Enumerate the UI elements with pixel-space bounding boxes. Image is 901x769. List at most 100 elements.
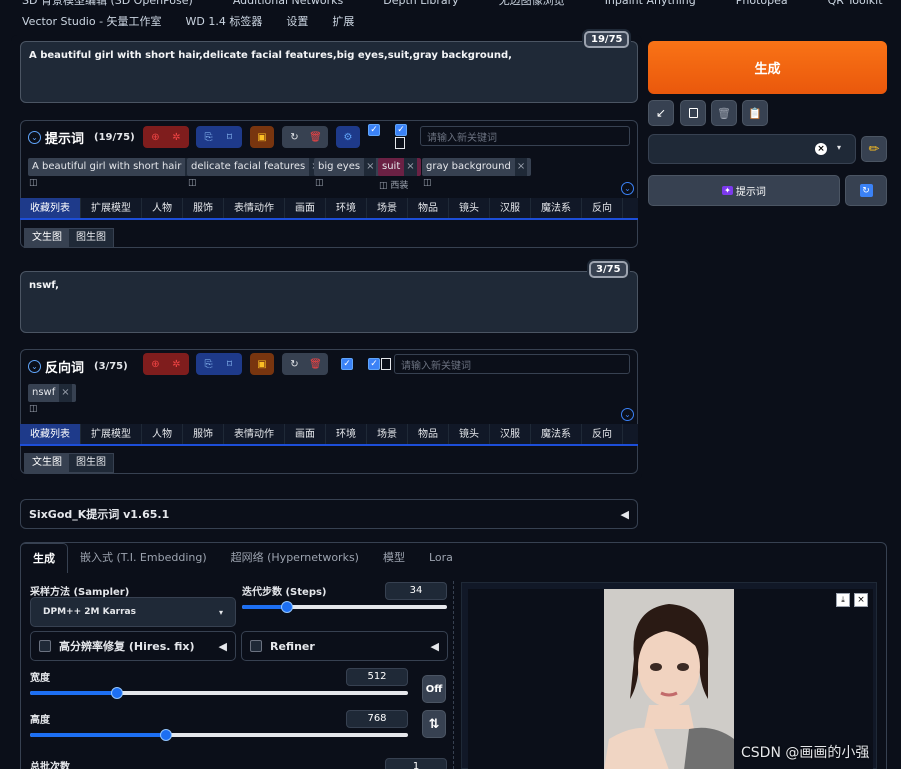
- sub-tab[interactable]: 图生图: [69, 454, 113, 472]
- keyword-tag[interactable]: suit ×: [378, 158, 421, 176]
- main-tab[interactable]: 嵌入式 (T.I. Embedding): [68, 543, 219, 573]
- category-tab[interactable]: 环境: [326, 424, 367, 444]
- ai-icon[interactable]: ▣: [253, 128, 271, 146]
- remove-tag-icon[interactable]: ×: [514, 158, 528, 176]
- remove-tag-icon[interactable]: ×: [364, 158, 377, 176]
- clear-icon[interactable]: ×: [815, 143, 827, 155]
- sixgod-accordion[interactable]: SixGod_K提示词 v1.65.1 ◀: [20, 499, 638, 529]
- category-tab[interactable]: 物品: [408, 198, 449, 218]
- prompt-helper-button[interactable]: ✦ 提示词: [648, 175, 840, 206]
- negative-option-checkbox-2[interactable]: ✓: [368, 358, 380, 370]
- paste-icon[interactable]: ⎘: [200, 128, 218, 146]
- bookmark-icon[interactable]: ⌑: [221, 355, 239, 373]
- history-icon[interactable]: ↻: [286, 128, 304, 146]
- category-tab[interactable]: 环境: [326, 198, 367, 218]
- category-tab[interactable]: 反向: [582, 424, 623, 444]
- width-slider-handle[interactable]: [110, 687, 123, 699]
- nav-tab[interactable]: Photopea: [736, 0, 788, 6]
- swap-dimensions-button[interactable]: ⇅: [422, 710, 446, 738]
- category-tab[interactable]: 魔法系: [531, 424, 582, 444]
- category-tab[interactable]: 服饰: [183, 198, 224, 218]
- download-icon[interactable]: ⤓: [836, 593, 850, 607]
- main-tab[interactable]: 模型: [371, 543, 417, 573]
- category-tab[interactable]: 人物: [142, 424, 183, 444]
- main-tab[interactable]: 生成: [20, 543, 68, 573]
- sub-tab[interactable]: 图生图: [69, 229, 113, 247]
- main-tab[interactable]: Lora: [417, 543, 465, 573]
- category-tab[interactable]: 镜头: [449, 424, 490, 444]
- collapse-icon[interactable]: ⌄: [28, 360, 41, 373]
- category-tab[interactable]: 收藏列表: [20, 198, 81, 218]
- steps-number-input[interactable]: 34: [385, 582, 447, 600]
- history-icon[interactable]: ↻: [286, 355, 304, 373]
- category-tab[interactable]: 反向: [582, 198, 623, 218]
- trash-icon[interactable]: 🗑: [307, 355, 325, 373]
- category-tab[interactable]: 表情动作: [224, 198, 285, 218]
- edit-style-button[interactable]: ✏: [861, 136, 887, 162]
- width-number-input[interactable]: 512: [346, 668, 408, 686]
- prompt-option-checkbox-2[interactable]: ✓: [395, 124, 407, 136]
- category-tab[interactable]: 收藏列表: [20, 424, 81, 444]
- keyword-tag[interactable]: nswf ×: [28, 384, 76, 402]
- nav-tab[interactable]: Vector Studio - 矢量工作室: [22, 13, 162, 29]
- steps-slider-handle[interactable]: [281, 601, 294, 613]
- category-tab[interactable]: 场景: [367, 198, 408, 218]
- category-tab[interactable]: 人物: [142, 198, 183, 218]
- settings-icon[interactable]: ✲: [168, 128, 186, 146]
- negative-keyword-input[interactable]: 请输入新关键词: [394, 354, 630, 374]
- nav-tab[interactable]: SD 背景模型编辑 (SD OpenPose): [22, 0, 193, 6]
- width-slider[interactable]: [30, 687, 408, 699]
- nav-tab[interactable]: 无边图像浏览: [499, 0, 565, 6]
- sampler-select[interactable]: DPM++ 2M Karras ▾: [30, 597, 236, 627]
- height-number-input[interactable]: 768: [346, 710, 408, 728]
- category-tab[interactable]: 扩展模型: [81, 424, 142, 444]
- paste-icon[interactable]: ⎘: [200, 355, 218, 373]
- arrow-icon-button[interactable]: ↙: [648, 100, 674, 126]
- category-tab[interactable]: 魔法系: [531, 198, 582, 218]
- nav-tab[interactable]: Additional Networks: [233, 0, 343, 6]
- prompt-textarea[interactable]: A beautiful girl with short hair,delicat…: [20, 41, 638, 103]
- globe-icon[interactable]: ⊕: [147, 128, 165, 146]
- nav-tab[interactable]: QR Toolkit: [828, 0, 883, 6]
- nav-tab[interactable]: Inpaint Anything: [605, 0, 696, 6]
- nav-tab[interactable]: WD 1.4 标签器: [186, 13, 263, 29]
- sub-tab[interactable]: 文生图: [25, 229, 69, 247]
- ai-icon[interactable]: ▣: [253, 355, 271, 373]
- category-tab[interactable]: 汉服: [490, 424, 531, 444]
- trash-button[interactable]: 🗑: [711, 100, 737, 126]
- clipboard-button[interactable]: 📋: [742, 100, 768, 126]
- nav-tab[interactable]: Depth Library: [383, 0, 458, 6]
- height-slider-handle[interactable]: [160, 729, 173, 741]
- layout-icon[interactable]: [395, 137, 405, 149]
- batch-count-input[interactable]: 1: [385, 758, 447, 769]
- generated-image[interactable]: [604, 589, 734, 769]
- keyword-tag[interactable]: big eyes ×: [314, 158, 381, 176]
- gear-icon[interactable]: ⚙: [339, 128, 357, 146]
- hires-fix-accordion[interactable]: 高分辨率修复 (Hires. fix) ◀: [30, 631, 236, 661]
- off-button[interactable]: Off: [422, 675, 446, 703]
- remove-tag-icon[interactable]: ×: [59, 384, 72, 402]
- keyword-tag[interactable]: A beautiful girl with short hair×: [28, 158, 202, 176]
- category-tab[interactable]: 画面: [285, 424, 326, 444]
- main-tab[interactable]: 超网络 (Hypernetworks): [219, 543, 371, 573]
- keyword-tag[interactable]: delicate facial features×: [187, 158, 326, 176]
- negative-section-header[interactable]: ⌄ 反向词 (3/75): [28, 357, 128, 376]
- expand-icon[interactable]: ⌄: [621, 182, 634, 195]
- refresh-button[interactable]: ↻: [845, 175, 887, 206]
- category-tab[interactable]: 表情动作: [224, 424, 285, 444]
- prompt-section-header[interactable]: ⌄ 提示词 (19/75): [28, 128, 135, 147]
- category-tab[interactable]: 画面: [285, 198, 326, 218]
- refiner-accordion[interactable]: Refiner ◀: [241, 631, 448, 661]
- keyword-tag[interactable]: gray background ×: [422, 158, 532, 176]
- close-icon[interactable]: ×: [854, 593, 868, 607]
- prompt-option-checkbox-1[interactable]: ✓: [368, 124, 380, 136]
- sub-tab[interactable]: 文生图: [25, 454, 69, 472]
- remove-tag-icon[interactable]: ×: [404, 158, 417, 176]
- globe-icon[interactable]: ⊕: [147, 355, 165, 373]
- nav-tab[interactable]: 设置: [286, 13, 308, 29]
- refiner-checkbox[interactable]: [250, 640, 262, 652]
- height-slider[interactable]: [30, 729, 408, 741]
- category-tab[interactable]: 扩展模型: [81, 198, 142, 218]
- negative-prompt-textarea[interactable]: nswf,: [20, 271, 638, 333]
- category-tab[interactable]: 汉服: [490, 198, 531, 218]
